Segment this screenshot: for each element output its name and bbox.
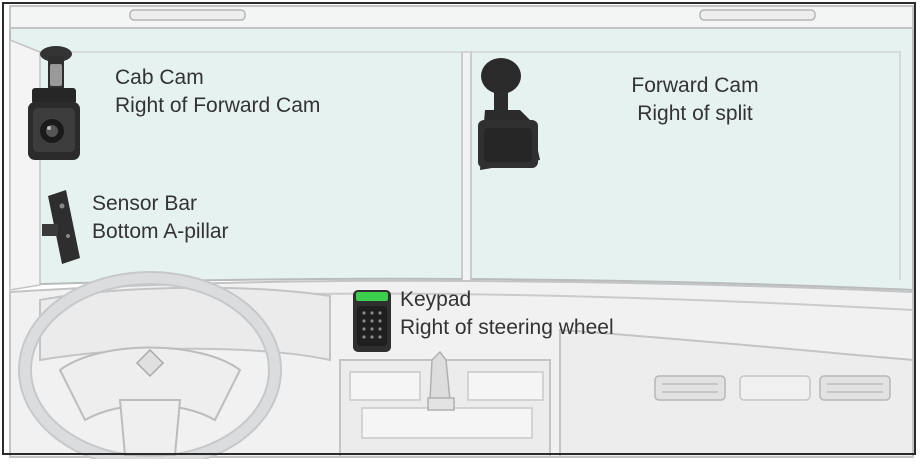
forward-cam-label: Forward Cam Right of split (590, 72, 800, 128)
keypad-label: Keypad Right of steering wheel (400, 286, 614, 342)
sensor-bar-label: Sensor Bar Bottom A-pillar (92, 190, 229, 246)
sensor-bar-title: Sensor Bar (92, 192, 198, 215)
keypad-placement: Right of steering wheel (400, 316, 614, 339)
cab-cam-title: Cab Cam (115, 66, 204, 89)
sensor-bar-placement: Bottom A-pillar (92, 220, 229, 243)
windshield-split (461, 51, 472, 283)
keypad-icon (353, 290, 391, 352)
roof-handle-right (699, 9, 816, 21)
a-pillar-left (9, 38, 41, 291)
cab-cam-placement: Right of Forward Cam (115, 94, 321, 117)
cab-cam-label: Cab Cam Right of Forward Cam (115, 64, 320, 120)
truck-cab-diagram: Cab Cam Right of Forward Cam Forward Cam… (0, 0, 920, 464)
vent-right (819, 375, 891, 401)
forward-cam-placement: Right of split (637, 102, 753, 125)
keypad-title: Keypad (400, 288, 472, 311)
vent-left (654, 375, 726, 401)
roof-handle-left (129, 9, 246, 21)
forward-cam-title: Forward Cam (631, 74, 759, 97)
